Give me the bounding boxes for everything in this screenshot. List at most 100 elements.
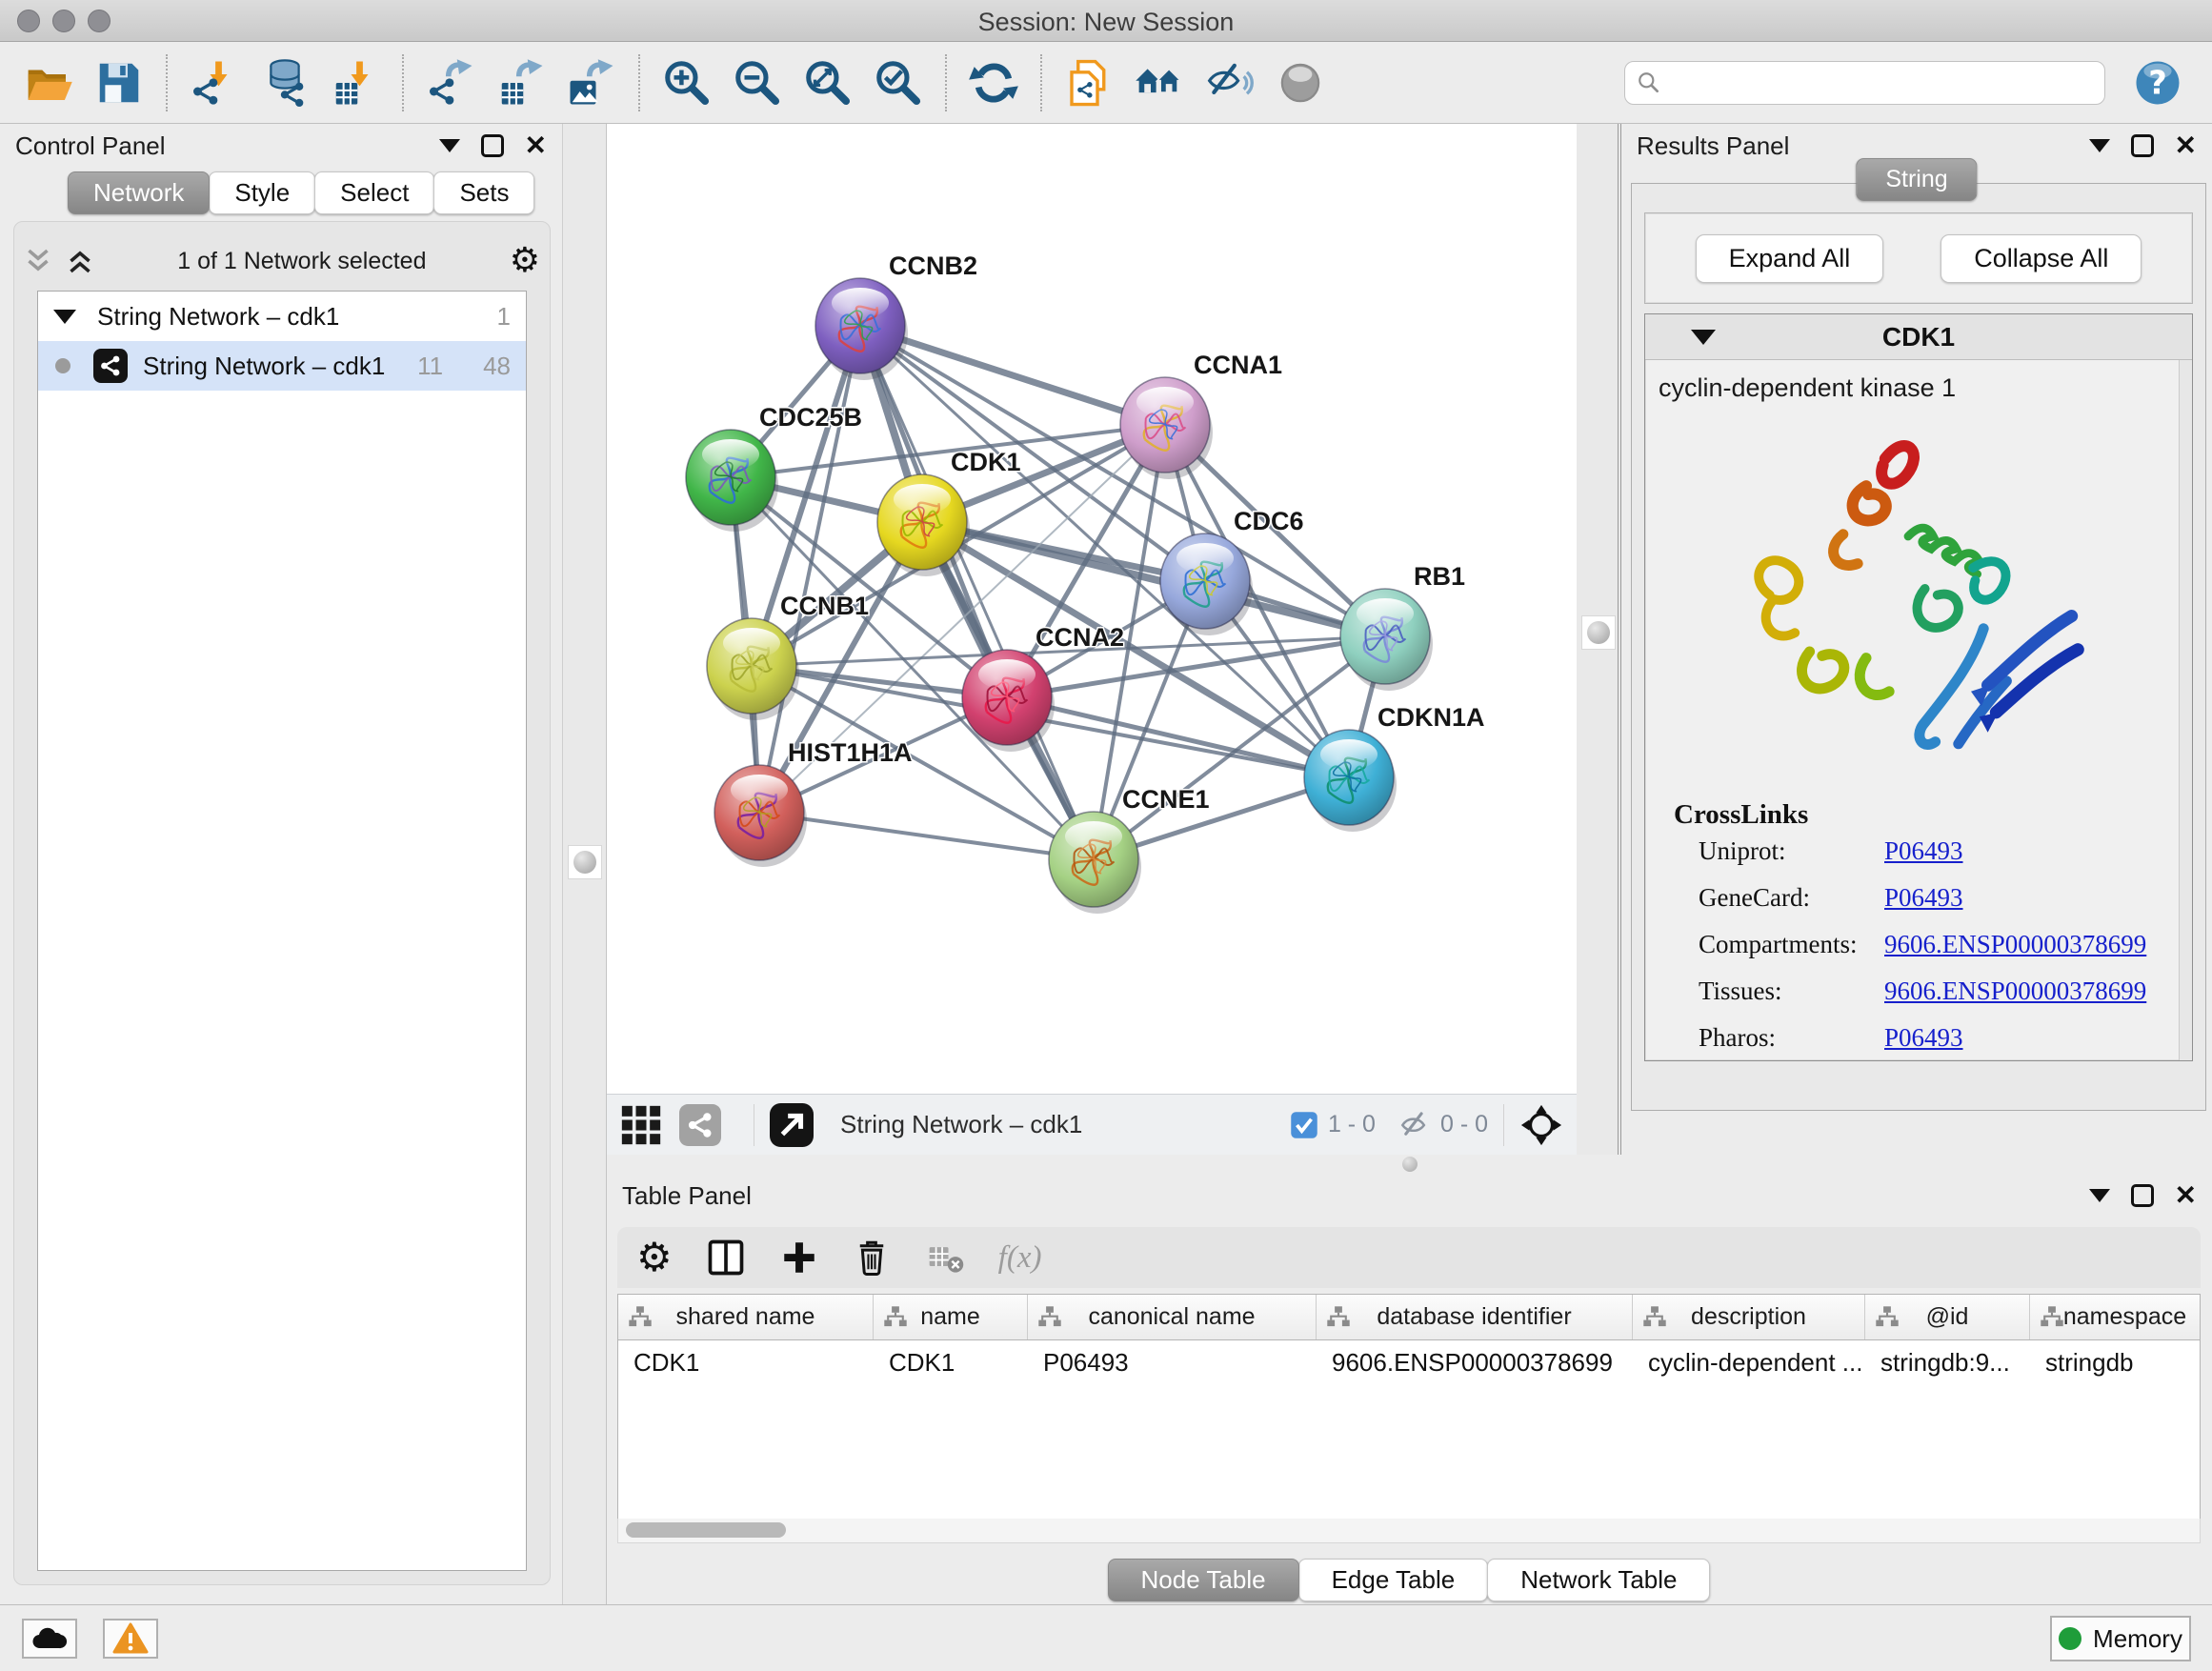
import-table-button[interactable]: [324, 51, 387, 114]
results-scrollbar[interactable]: [2179, 360, 2192, 1060]
float-panel-icon[interactable]: [481, 134, 504, 157]
expand-all-icon[interactable]: [66, 248, 94, 274]
table-cell[interactable]: cyclin-dependent ...: [1633, 1340, 1865, 1386]
tab-style[interactable]: Style: [209, 171, 315, 214]
tab-node-table[interactable]: Node Table: [1108, 1559, 1299, 1601]
network-node[interactable]: CCNA1: [1120, 351, 1282, 479]
table-cell[interactable]: CDK1: [618, 1340, 874, 1386]
network-view-button[interactable]: [679, 1104, 721, 1146]
table-cell[interactable]: stringdb:9...: [1865, 1340, 2030, 1386]
panel-menu-icon[interactable]: [2089, 139, 2110, 152]
detach-view-button[interactable]: [770, 1103, 814, 1147]
import-network-file-button[interactable]: [183, 51, 246, 114]
warning-status-button[interactable]: [103, 1619, 158, 1659]
search-field[interactable]: [1624, 61, 2105, 105]
crosslink-link[interactable]: 9606.ENSP00000378699: [1884, 976, 2146, 1006]
network-node[interactable]: CDKN1A: [1304, 703, 1485, 832]
network-view[interactable]: CCNB2CCNA1CDC25BCDK1CDC6RB1CCNB1CCNA2CDK…: [607, 124, 1577, 1155]
zoom-fit-button[interactable]: [796, 51, 859, 114]
function-builder-button[interactable]: f(x): [998, 1240, 1042, 1276]
add-column-button[interactable]: [779, 1238, 819, 1278]
network-canvas[interactable]: CCNB2CCNA1CDC25BCDK1CDC6RB1CCNB1CCNA2CDK…: [607, 124, 1577, 1094]
results-splitter-handle[interactable]: [1581, 615, 1616, 650]
network-node[interactable]: HIST1H1A: [714, 738, 913, 867]
table-settings-button[interactable]: ⚙: [636, 1240, 673, 1275]
export-table-button[interactable]: [490, 51, 553, 114]
left-splitter-handle[interactable]: [568, 845, 602, 879]
open-session-button[interactable]: [17, 51, 80, 114]
import-network-database-button[interactable]: [253, 51, 316, 114]
collapse-all-icon[interactable]: [24, 248, 52, 274]
grid-view-button[interactable]: [620, 1104, 662, 1146]
column-header--id[interactable]: @id: [1865, 1295, 2030, 1339]
accordion-header[interactable]: CDK1: [1645, 314, 2192, 360]
column-header-name[interactable]: name: [874, 1295, 1028, 1339]
crosslink-link[interactable]: P06493: [1884, 883, 1963, 913]
table-cell[interactable]: 9606.ENSP00000378699: [1317, 1340, 1633, 1386]
network-node[interactable]: CDC6: [1160, 507, 1304, 635]
memory-button[interactable]: Memory: [2050, 1616, 2191, 1661]
column-header-database-identifier[interactable]: database identifier: [1317, 1295, 1633, 1339]
tab-select[interactable]: Select: [314, 171, 434, 214]
selected-checkbox-icon[interactable]: [1290, 1111, 1318, 1139]
column-header-namespace[interactable]: namespace: [2030, 1295, 2201, 1339]
zoom-selected-button[interactable]: [867, 51, 930, 114]
zoom-in-button[interactable]: [655, 51, 718, 114]
network-node[interactable]: CCNB2: [815, 252, 977, 380]
export-image-button[interactable]: [560, 51, 623, 114]
close-panel-icon[interactable]: ✕: [2175, 134, 2197, 157]
network-node[interactable]: CCNE1: [1049, 785, 1210, 914]
table-splitter[interactable]: [607, 1155, 2212, 1174]
first-neighbors-button[interactable]: [1128, 51, 1191, 114]
close-panel-icon[interactable]: ✕: [2175, 1184, 2197, 1207]
column-header-shared-name[interactable]: shared name: [618, 1295, 874, 1339]
panel-menu-icon[interactable]: [2089, 1189, 2110, 1202]
network-node[interactable]: RB1: [1340, 562, 1465, 691]
scrollbar-thumb[interactable]: [626, 1522, 786, 1538]
network-row[interactable]: String Network – cdk1 11 48: [38, 341, 526, 391]
left-splitter[interactable]: [562, 124, 607, 1604]
export-network-button[interactable]: [419, 51, 482, 114]
results-splitter[interactable]: [1577, 124, 1621, 1155]
float-panel-icon[interactable]: [2131, 1184, 2154, 1207]
hide-selected-button[interactable]: [1198, 51, 1261, 114]
float-panel-icon[interactable]: [2131, 134, 2154, 157]
duplicate-network-button[interactable]: [1057, 51, 1120, 114]
cloud-status-button[interactable]: [22, 1619, 77, 1659]
tab-string[interactable]: String: [1856, 158, 1977, 201]
gear-icon[interactable]: ⚙: [510, 244, 540, 278]
network-node[interactable]: CDK1: [877, 448, 1021, 576]
crosslink-link[interactable]: P06493: [1884, 836, 1963, 866]
collapse-all-button[interactable]: Collapse All: [1941, 234, 2142, 283]
network-edge[interactable]: [922, 522, 1385, 636]
help-button[interactable]: ?: [2126, 51, 2189, 114]
tab-network-table[interactable]: Network Table: [1487, 1559, 1710, 1601]
tab-network[interactable]: Network: [68, 171, 210, 214]
column-header-description[interactable]: description: [1633, 1295, 1865, 1339]
table-cell[interactable]: stringdb: [2030, 1340, 2201, 1386]
expand-all-button[interactable]: Expand All: [1696, 234, 1884, 283]
refresh-view-button[interactable]: [962, 51, 1025, 114]
table-horizontal-scrollbar[interactable]: [617, 1519, 2201, 1543]
delete-column-button[interactable]: [852, 1238, 892, 1278]
column-header-canonical-name[interactable]: canonical name: [1028, 1295, 1317, 1339]
birdseye-button[interactable]: [1519, 1103, 1563, 1147]
collapse-triangle-icon[interactable]: [1691, 330, 1716, 345]
network-edge[interactable]: [759, 813, 1094, 859]
panel-menu-icon[interactable]: [439, 139, 460, 152]
crosslink-link[interactable]: P06493: [1884, 1023, 1963, 1053]
save-session-button[interactable]: [88, 51, 151, 114]
collapse-triangle-icon[interactable]: [53, 310, 76, 324]
tab-edge-table[interactable]: Edge Table: [1298, 1559, 1489, 1601]
network-collection-row[interactable]: String Network – cdk1 1: [38, 292, 526, 341]
search-input[interactable]: [1669, 70, 2093, 96]
table-cell[interactable]: P06493: [1028, 1340, 1317, 1386]
table-row[interactable]: CDK1CDK1P064939606.ENSP00000378699cyclin…: [618, 1340, 2200, 1386]
table-cell[interactable]: CDK1: [874, 1340, 1028, 1386]
delete-table-button[interactable]: [924, 1237, 966, 1278]
crosslink-link[interactable]: 9606.ENSP00000378699: [1884, 930, 2146, 959]
show-columns-button[interactable]: [705, 1237, 747, 1278]
show-all-button[interactable]: [1269, 51, 1332, 114]
network-edge[interactable]: [860, 326, 1094, 859]
close-panel-icon[interactable]: ✕: [525, 134, 547, 157]
